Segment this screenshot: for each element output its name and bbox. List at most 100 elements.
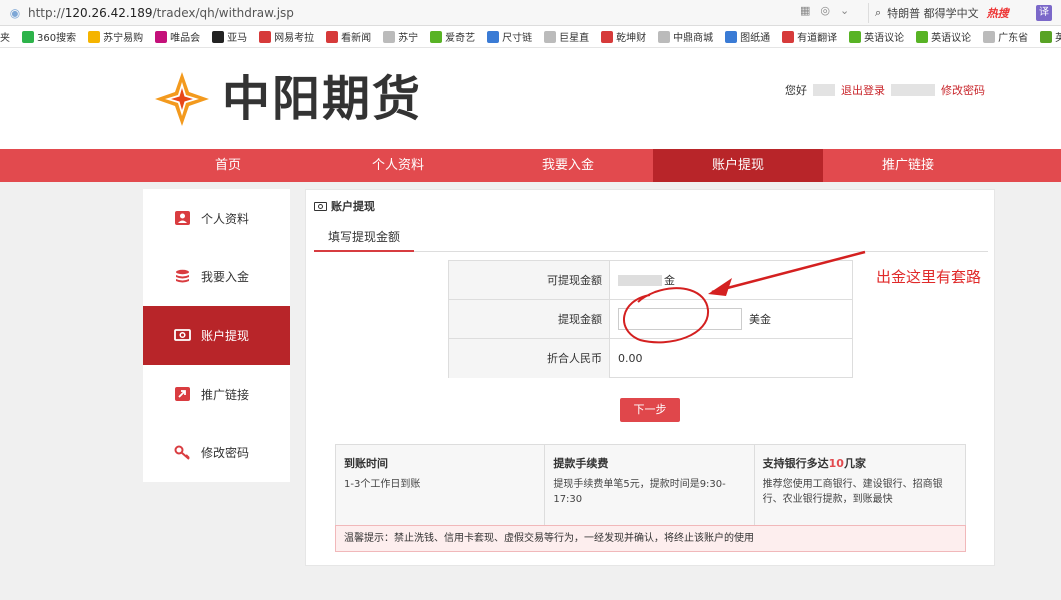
bookmark-favicon-icon bbox=[601, 30, 614, 43]
bookmark-item[interactable]: 广东省 bbox=[983, 29, 1028, 44]
bookmark-item[interactable]: 唯品会 bbox=[155, 29, 200, 44]
withdraw-form: 可提现金额 金 提现金额 美金 折合人民币 0.00 bbox=[448, 260, 853, 378]
sidebar-item[interactable]: 修改密码 bbox=[143, 423, 290, 482]
rmb-value: 0.00 bbox=[618, 352, 643, 365]
url-path: /tradex/qh/withdraw.jsp bbox=[152, 5, 294, 20]
globe-icon: ◉ bbox=[9, 5, 21, 20]
info-arrival-title: 到账时间 bbox=[344, 457, 388, 470]
nav-item[interactable]: 我要入金 bbox=[483, 149, 653, 182]
logo-text[interactable]: 中阳期货 bbox=[222, 72, 422, 126]
bookmark-favicon-icon bbox=[487, 30, 500, 43]
bookmark-favicon-icon bbox=[259, 30, 272, 43]
next-step-button[interactable]: 下一步 bbox=[620, 398, 680, 422]
grid-icon[interactable]: ▦ bbox=[800, 4, 810, 17]
bookmark-favicon-icon bbox=[983, 30, 996, 43]
bookmark-label: 巨星直 bbox=[559, 33, 590, 44]
bookmark-item[interactable]: 爱奇艺 bbox=[430, 29, 475, 44]
bookmark-item[interactable]: 亚马 bbox=[212, 29, 247, 44]
info-redacted bbox=[891, 84, 935, 96]
bookmark-label: 网易考拉 bbox=[274, 33, 315, 44]
user-links: 您好 退出登录 修改密码 bbox=[785, 82, 985, 98]
bookmark-item[interactable]: 苏宁 bbox=[383, 29, 418, 44]
coins-icon bbox=[174, 269, 191, 285]
bookmark-label: 有道翻译 bbox=[797, 33, 838, 44]
browser-search-box[interactable]: ⌕ 特朗普 都得学中文 热搜 bbox=[868, 3, 1028, 23]
sidebar-item[interactable]: 推广链接 bbox=[143, 365, 290, 424]
sidebar-item[interactable]: 账户提现 bbox=[143, 306, 290, 365]
bookmark-label: 英语议论 bbox=[931, 33, 972, 44]
bookmark-item[interactable]: 苏宁易购 bbox=[88, 29, 143, 44]
bookmark-label: 乾坤财 bbox=[616, 33, 647, 44]
info-fee: 提款手续费 提现手续费单笔5元，提款时间是9:30-17:30 bbox=[545, 445, 755, 525]
bookmark-label: 360搜索 bbox=[37, 33, 77, 44]
bookmark-item[interactable]: 网易考拉 bbox=[259, 29, 314, 44]
nav-item[interactable]: 个人资料 bbox=[313, 149, 483, 182]
form-row-available: 可提现金额 金 bbox=[449, 261, 852, 300]
change-password-link[interactable]: 修改密码 bbox=[941, 82, 985, 98]
bookmark-favicon-icon bbox=[544, 30, 557, 43]
username-redacted bbox=[813, 84, 835, 96]
browser-address-bar: ◉ http://120.26.42.189/tradex/qh/withdra… bbox=[0, 0, 1061, 26]
bookmark-item[interactable]: 英美主 bbox=[1040, 29, 1061, 44]
bookmark-item[interactable]: 英语议论 bbox=[849, 29, 904, 44]
chevron-down-icon[interactable]: ⌄ bbox=[840, 4, 849, 17]
bookmark-label: 图纸通 bbox=[740, 33, 771, 44]
profile-icon bbox=[174, 210, 191, 226]
form-row-amount: 提现金额 美金 bbox=[449, 300, 852, 339]
logout-link[interactable]: 退出登录 bbox=[841, 82, 885, 98]
bookmark-label: 苏宁易购 bbox=[103, 33, 144, 44]
nav-item[interactable]: 首页 bbox=[143, 149, 313, 182]
bookmark-label: 广东省 bbox=[998, 33, 1029, 44]
bookmark-favicon-icon bbox=[430, 30, 443, 43]
bookmark-label: 英美主 bbox=[1055, 29, 1061, 44]
bookmark-favicon-icon bbox=[849, 30, 862, 43]
bookmark-item[interactable]: 夹 bbox=[0, 29, 10, 44]
withdraw-amount-input[interactable] bbox=[618, 308, 742, 330]
tab-bar: 填写提现金额 bbox=[314, 226, 988, 252]
money-icon bbox=[314, 201, 327, 211]
annotation-text: 出金这里有套路 bbox=[876, 268, 982, 286]
warning-notice: 温馨提示：禁止洗钱、信用卡套现、虚假交易等行为，一经发现并确认，将终止该账户的使… bbox=[335, 525, 966, 552]
bookmark-item[interactable]: 图纸通 bbox=[725, 29, 770, 44]
bookmark-item[interactable]: 看新闻 bbox=[326, 29, 371, 44]
bookmark-label: 英语议论 bbox=[864, 33, 905, 44]
sidebar-item[interactable]: 我要入金 bbox=[143, 248, 290, 307]
search-icon: ⌕ bbox=[875, 6, 882, 19]
bookmark-favicon-icon bbox=[1040, 30, 1053, 43]
url-field[interactable]: http://120.26.42.189/tradex/qh/withdraw.… bbox=[28, 6, 294, 20]
translate-extension-icon[interactable]: 译 bbox=[1036, 5, 1052, 21]
nav-item[interactable]: 账户提现 bbox=[653, 149, 823, 182]
bookmarks-bar: 夹 360搜索 苏宁易购 唯品会 亚马 网易考拉 看新闻 苏宁 爱奇艺 尺寸链 巨星直 乾坤财 中鼎商城… bbox=[0, 26, 1061, 48]
sidebar-item-label: 个人资料 bbox=[201, 211, 250, 226]
bookmark-item[interactable]: 有道翻译 bbox=[782, 29, 837, 44]
bookmark-item[interactable]: 中鼎商城 bbox=[658, 29, 713, 44]
panel-title-text: 账户提现 bbox=[331, 200, 375, 213]
bookmark-item[interactable]: 巨星直 bbox=[544, 29, 589, 44]
sidebar: 个人资料我要入金账户提现 推广链接 修改密码 bbox=[143, 189, 290, 482]
sidebar-item[interactable]: 个人资料 bbox=[143, 189, 290, 248]
amount-value: 美金 bbox=[610, 300, 852, 338]
bookmark-item[interactable]: 尺寸链 bbox=[487, 29, 532, 44]
bookmark-item[interactable]: 英语议论 bbox=[916, 29, 971, 44]
info-arrival-time: 到账时间 1-3个工作日到账 bbox=[336, 445, 546, 525]
bookmark-favicon-icon bbox=[383, 30, 396, 43]
refresh-icon[interactable]: ◎ bbox=[820, 4, 830, 17]
sidebar-item-label: 我要入金 bbox=[201, 270, 250, 285]
tab-fill-amount[interactable]: 填写提现金额 bbox=[314, 226, 414, 252]
info-arrival-text: 1-3个工作日到账 bbox=[344, 479, 421, 490]
banks-title-a: 支持银行多达 bbox=[762, 457, 829, 470]
info-banks-title: 支持银行多达10几家 bbox=[763, 455, 957, 471]
bookmark-favicon-icon bbox=[725, 30, 738, 43]
available-unit: 金 bbox=[664, 274, 675, 287]
greeting-text: 您好 bbox=[785, 84, 807, 97]
bookmark-item[interactable]: 乾坤财 bbox=[601, 29, 646, 44]
available-label: 可提现金额 bbox=[449, 261, 610, 299]
bookmark-favicon-icon bbox=[916, 30, 929, 43]
nav-item[interactable]: 推广链接 bbox=[823, 149, 993, 182]
bookmark-label: 亚马 bbox=[227, 33, 248, 44]
bookmark-label: 看新闻 bbox=[341, 33, 372, 44]
bookmark-item[interactable]: 360搜索 bbox=[22, 29, 76, 44]
info-banks: 支持银行多达10几家 推荐您使用工商银行、建设银行、招商银行、农业银行提款，到账… bbox=[755, 445, 965, 525]
rmb-label: 折合人民币 bbox=[449, 339, 610, 378]
url-host: 120.26.42.189 bbox=[64, 5, 153, 20]
